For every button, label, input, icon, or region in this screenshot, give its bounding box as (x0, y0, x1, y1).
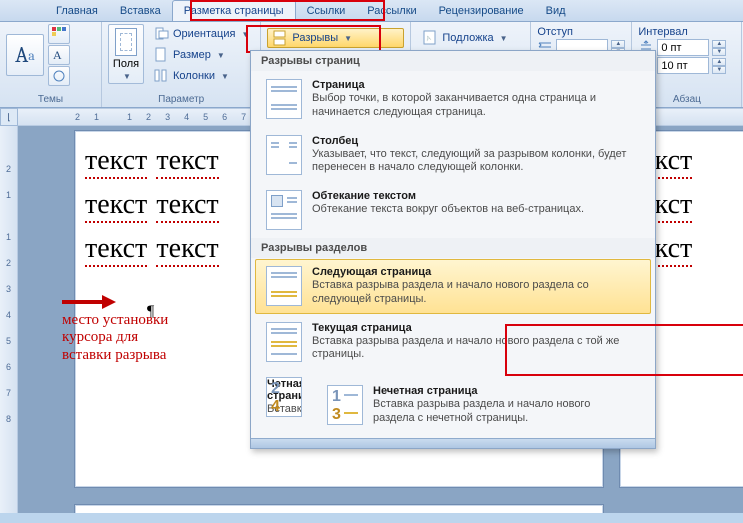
annotation-note: место установки курсора для вставки разр… (62, 312, 192, 364)
spacing-before-input[interactable]: 0 пт (657, 39, 709, 56)
dropdown-item-desc: Указывает, что текст, следующий за разры… (312, 148, 640, 176)
size-label: Размер (173, 49, 211, 61)
breaks-dropdown: Разрывы страниц Страница Выбор точки, в … (250, 50, 656, 449)
dropdown-item-odd-page[interactable]: 1 3 Нечетная страница Вставка разрыва ра… (316, 378, 636, 433)
page-3[interactable] (74, 504, 604, 513)
theme-colors-button[interactable] (48, 24, 70, 44)
svg-text:A: A (53, 48, 62, 62)
dropdown-item-desc: Вставка разрыва раздела и начало нового … (312, 335, 640, 363)
effects-icon (51, 68, 67, 84)
dropdown-item-desc: Обтекание текста вокруг объектов на веб-… (312, 203, 584, 217)
themes-gallery-button[interactable]: Aa (6, 34, 44, 76)
theme-effects-button[interactable] (48, 66, 70, 86)
doc-text: текст (85, 233, 147, 267)
ribbon-tabstrip: Главная Вставка Разметка страницы Ссылки… (0, 0, 743, 22)
text-wrap-icon (266, 190, 302, 230)
dropdown-item-continuous[interactable]: Текущая страница Вставка разрыва раздела… (255, 315, 651, 370)
ruler-corner[interactable]: ⌊ (0, 108, 18, 126)
orientation-button[interactable]: Ориентация ▼ (148, 24, 254, 44)
group-label-page-setup: Параметр (108, 92, 254, 107)
doc-text: текст (156, 233, 218, 267)
spacing-before-spin[interactable]: ▲▼ (712, 40, 726, 56)
doc-text: текст (156, 145, 218, 179)
columns-icon (153, 68, 169, 84)
section-next-page-icon (266, 266, 302, 306)
ruler-vertical[interactable]: 2112345678 (0, 126, 18, 513)
dropdown-item-title: Обтекание текстом (312, 190, 584, 202)
margins-button[interactable]: Поля ▼ (108, 24, 144, 84)
dropdown-item-title: Текущая страница (312, 322, 640, 334)
dropdown-item-title: Нечетная страница (373, 385, 625, 397)
orientation-icon (153, 26, 169, 42)
dropdown-item-title: Столбец (312, 135, 640, 147)
dropdown-item-even-page[interactable]: 2 4 Четная страница Вставка разрыва разд… (255, 370, 651, 441)
indent-header: Отступ (537, 26, 625, 38)
colors-icon (51, 26, 67, 42)
dropdown-item-column[interactable]: Столбец Указывает, что текст, следующий … (255, 128, 651, 183)
chevron-down-icon: ▼ (500, 34, 508, 43)
doc-text: текст (85, 145, 147, 179)
dropdown-item-title: Страница (312, 79, 640, 91)
dropdown-item-desc: Вставка разрыва раздела и начало нового … (373, 398, 625, 426)
margins-label: Поля (113, 58, 139, 70)
doc-text: текст (85, 189, 147, 223)
dropdown-header-section-breaks: Разрывы разделов (251, 238, 655, 258)
columns-button[interactable]: Колонки ▼ (148, 66, 254, 86)
dropdown-item-next-page[interactable]: Следующая страница Вставка разрыва разде… (255, 259, 651, 314)
size-icon (153, 47, 169, 63)
spacing-header: Интервал (638, 26, 735, 38)
group-page-setup: Поля ▼ Ориентация ▼ Размер ▼ (102, 22, 261, 107)
section-odd-page-icon: 1 3 (327, 385, 363, 425)
section-even-page-icon: 2 4 Четная страница Вставка разрыва разд… (266, 377, 302, 417)
column-break-icon (266, 135, 302, 175)
tab-page-layout[interactable]: Разметка страницы (172, 0, 296, 21)
theme-fonts-button[interactable]: A (48, 45, 70, 65)
tab-insert[interactable]: Вставка (109, 1, 172, 21)
watermark-label: Подложка (442, 32, 493, 44)
watermark-button[interactable]: A Подложка ▼ (417, 28, 524, 48)
doc-text: текст (156, 189, 218, 223)
dropdown-item-desc: Вставка разрыва раздела и начало нового … (312, 279, 640, 307)
breaks-label: Разрывы (292, 32, 338, 44)
group-themes: Aa A Темы (0, 22, 102, 107)
spacing-after-spin[interactable]: ▲▼ (712, 58, 726, 74)
dropdown-item-desc: Выбор точки, в которой заканчивается одн… (312, 92, 640, 120)
margins-icon (115, 28, 137, 56)
tab-mailings[interactable]: Рассылки (356, 1, 427, 21)
columns-label: Колонки (173, 70, 215, 82)
status-bar (251, 438, 655, 448)
dropdown-item-text-wrap[interactable]: Обтекание текстом Обтекание текста вокру… (255, 183, 651, 237)
watermark-icon: A (422, 30, 438, 46)
annotation-arrow (62, 296, 116, 308)
tab-review[interactable]: Рецензирование (428, 1, 535, 21)
breaks-button[interactable]: Разрывы ▼ (267, 28, 404, 48)
size-button[interactable]: Размер ▼ (148, 45, 254, 65)
dropdown-header-page-breaks: Разрывы страниц (251, 51, 655, 71)
spacing-after-input[interactable]: 10 пт (657, 57, 709, 74)
tab-home[interactable]: Главная (45, 1, 109, 21)
section-continuous-icon (266, 322, 302, 362)
chevron-down-icon: ▼ (123, 72, 131, 81)
chevron-down-icon: ▼ (221, 72, 229, 81)
breaks-icon (272, 30, 288, 46)
page-break-icon (266, 79, 302, 119)
chevron-down-icon: ▼ (344, 34, 352, 43)
chevron-down-icon: ▼ (241, 30, 249, 39)
group-label-themes: Темы (6, 92, 95, 107)
dropdown-item-title: Следующая страница (312, 266, 640, 278)
tab-references[interactable]: Ссылки (296, 1, 357, 21)
fonts-icon: A (51, 47, 67, 63)
orientation-label: Ориентация (173, 28, 235, 40)
dropdown-item-page[interactable]: Страница Выбор точки, в которой заканчив… (255, 72, 651, 127)
chevron-down-icon: ▼ (217, 51, 225, 60)
tab-view[interactable]: Вид (535, 1, 577, 21)
